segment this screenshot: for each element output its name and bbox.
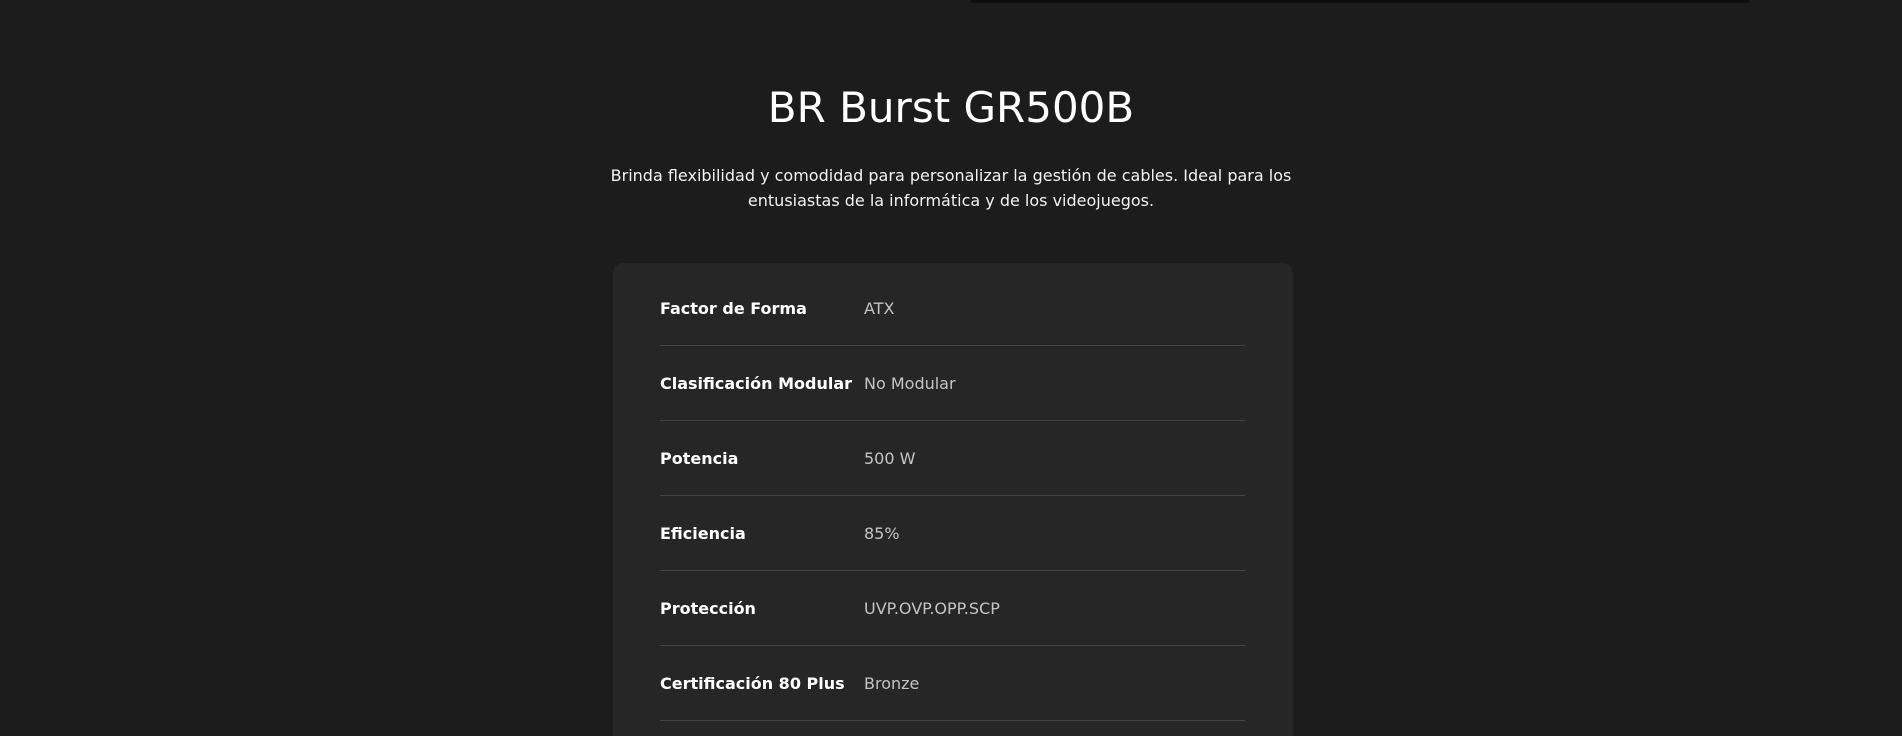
spec-row-efficiency: Eficiencia 85% bbox=[660, 496, 1245, 571]
spec-label: Eficiencia bbox=[660, 523, 746, 543]
spec-row-form-factor: Factor de Forma ATX bbox=[660, 271, 1245, 346]
spec-row-80-plus-certification: Certificación 80 Plus Bronze bbox=[660, 646, 1245, 721]
product-image-bottom-edge bbox=[970, 0, 1750, 3]
spec-row-protection: Protección UVP.OVP.OPP.SCP bbox=[660, 571, 1245, 646]
specifications-card: Factor de Forma ATX Clasificación Modula… bbox=[613, 263, 1293, 736]
spec-value: Bronze bbox=[864, 673, 920, 693]
spec-label: Factor de Forma bbox=[660, 298, 807, 318]
product-title: BR Burst GR500B bbox=[767, 83, 1135, 132]
spec-label: Protección bbox=[660, 598, 756, 618]
spec-value: 85% bbox=[864, 523, 900, 543]
spec-label: Clasificación Modular bbox=[660, 373, 853, 393]
product-description: Brinda flexibilidad y comodidad para per… bbox=[610, 166, 1292, 210]
spec-value: 500 W bbox=[864, 448, 916, 468]
spec-value: ATX bbox=[864, 298, 895, 318]
specifications-list: Factor de Forma ATX Clasificación Modula… bbox=[660, 271, 1245, 721]
spec-label: Certificación 80 Plus bbox=[660, 673, 845, 693]
spec-row-power: Potencia 500 W bbox=[660, 421, 1245, 496]
spec-value: No Modular bbox=[864, 373, 956, 393]
spec-row-modular-rating: Clasificación Modular No Modular bbox=[660, 346, 1245, 421]
product-page: BR Burst GR500B Brinda flexibilidad y co… bbox=[0, 0, 1902, 736]
spec-value: UVP.OVP.OPP.SCP bbox=[864, 598, 1000, 618]
spec-label: Potencia bbox=[660, 448, 739, 468]
